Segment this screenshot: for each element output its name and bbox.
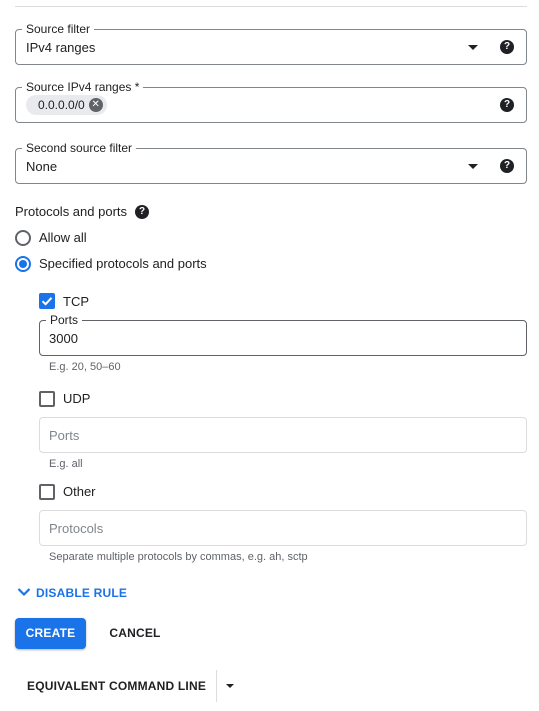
help-icon[interactable]: ? [500,98,514,112]
other-protocols-input[interactable]: Protocols [39,510,527,546]
tcp-ports-value: 3000 [49,331,78,346]
specified-protocols-radio[interactable] [15,256,31,272]
allow-all-label[interactable]: Allow all [39,230,87,246]
dropdown-arrow-icon[interactable] [468,45,478,50]
ip-range-chip-label: 0.0.0.0/0 [38,98,85,112]
source-filter-value: IPv4 ranges [26,40,96,55]
other-checkbox[interactable] [39,484,55,500]
udp-checkbox[interactable] [39,391,55,407]
dropdown-arrow-icon[interactable] [468,164,478,169]
chip-remove-icon[interactable]: ✕ [88,98,103,112]
allow-all-radio[interactable] [15,230,31,246]
other-label[interactable]: Other [63,484,96,500]
second-source-filter-select[interactable]: Second source filter None ? [15,140,527,184]
source-ipv4-ranges-field[interactable]: Source IPv4 ranges * 0.0.0.0/0 ✕ ? [15,79,527,123]
second-source-filter-value: None [26,159,58,174]
equivalent-command-line-label: EQUIVALENT COMMAND LINE [27,679,207,693]
help-icon[interactable]: ? [135,205,149,219]
button-divider [216,670,217,702]
disable-rule-label: DISABLE RULE [36,586,128,600]
create-button[interactable]: CREATE [15,618,86,649]
second-source-filter-label: Second source filter [22,140,137,156]
udp-ports-input[interactable]: Ports [39,417,527,453]
source-filter-label: Source filter [22,21,95,37]
equivalent-command-line-button[interactable]: EQUIVALENT COMMAND LINE [15,670,245,702]
cancel-button[interactable]: CANCEL [100,618,170,649]
protocols-and-ports-title: Protocols and ports [15,204,128,219]
specified-protocols-label[interactable]: Specified protocols and ports [39,256,207,272]
help-icon[interactable]: ? [500,159,514,173]
other-protocols-hint: Separate multiple protocols by commas, e… [49,551,308,563]
udp-label[interactable]: UDP [63,391,90,407]
check-icon [41,297,53,306]
udp-ports-placeholder: Ports [49,428,80,443]
source-ipv4-ranges-label: Source IPv4 ranges * [22,79,144,95]
udp-ports-hint: E.g. all [49,458,83,470]
ip-range-chip: 0.0.0.0/0 ✕ [26,95,107,115]
tcp-ports-hint: E.g. 20, 50–60 [49,361,121,373]
chevron-down-icon [17,588,31,597]
tcp-label[interactable]: TCP [63,294,89,310]
tcp-ports-input[interactable]: Ports 3000 [39,312,527,356]
top-divider [15,6,527,7]
tcp-checkbox[interactable] [39,293,55,309]
help-icon[interactable]: ? [500,40,514,54]
tcp-ports-label: Ports [46,312,83,328]
other-protocols-placeholder: Protocols [49,521,104,536]
dropdown-arrow-icon[interactable] [226,684,234,688]
source-filter-select[interactable]: Source filter IPv4 ranges ? [15,21,527,65]
